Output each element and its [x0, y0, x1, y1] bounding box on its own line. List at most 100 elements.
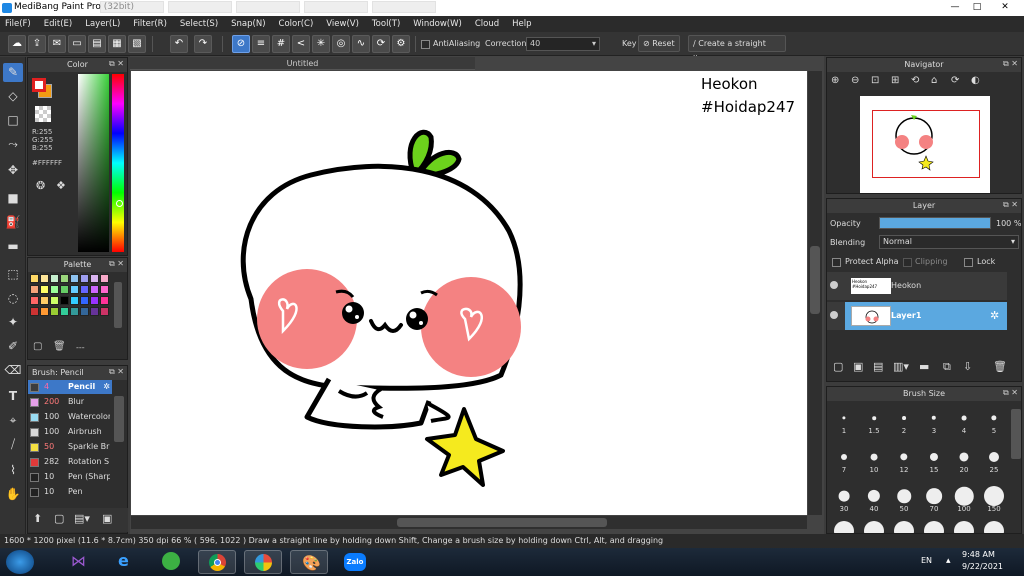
circle-snap-icon[interactable]: ◎ [332, 35, 350, 53]
drawing-canvas[interactable]: Heokon #Hoidap247 [131, 71, 807, 515]
brush-tool-icon[interactable]: ✎ [3, 63, 23, 82]
phone-app-icon[interactable] [152, 550, 190, 574]
brush-size-dot-icon[interactable] [984, 521, 1004, 533]
radial-snap-icon[interactable]: ✳ [312, 35, 330, 53]
grid-icon[interactable]: ▦ [108, 35, 126, 53]
panel-controls-icon[interactable]: ⧉ ✕ [109, 59, 124, 69]
palette-swatch[interactable] [60, 285, 69, 294]
text-tool-icon[interactable]: T [3, 387, 23, 406]
layer-menu-icon[interactable]: ▥▾ [893, 360, 909, 373]
palette-swatch[interactable] [70, 307, 79, 316]
canvas-scrollbar-horizontal[interactable] [131, 516, 807, 529]
clock-time[interactable]: 9:48 AM [962, 550, 995, 559]
menu-view[interactable]: View(V) [326, 19, 359, 29]
palette-swatch[interactable] [40, 296, 49, 305]
cloud-icon[interactable]: ☁ [8, 35, 26, 53]
brush-item[interactable]: 200 Blur [28, 395, 112, 409]
brush-item[interactable]: 10 Pen [28, 485, 112, 499]
palette-swatch[interactable] [60, 307, 69, 316]
straight-line-button[interactable]: ∕ Create a straight line [688, 35, 786, 63]
brush-size-option[interactable]: 150 [979, 483, 1009, 513]
divide-tool-icon[interactable]: ⧸ [3, 435, 23, 454]
tray-chevron-icon[interactable]: ▴ [946, 556, 951, 566]
brush-size-scrollbar[interactable] [1011, 409, 1021, 459]
blending-select[interactable]: Normal ▾ [879, 235, 1019, 249]
brush-size-option[interactable]: 10 [859, 444, 889, 474]
palette-swatch[interactable] [80, 307, 89, 316]
layer-settings-icon[interactable]: ✲ [990, 309, 999, 322]
rotation-icon[interactable]: ⟳ [372, 35, 390, 53]
share-icon[interactable]: ⇪ [28, 35, 46, 53]
palette-swatch[interactable] [90, 274, 99, 283]
document-tab[interactable]: Untitled [130, 57, 475, 70]
new-halftone-layer-icon[interactable]: ▣ [853, 360, 863, 373]
chat-icon[interactable]: ▭ [68, 35, 86, 53]
scrollbar-thumb[interactable] [397, 518, 607, 527]
layer-row-layer1[interactable]: Layer1 ✲ [827, 302, 1007, 330]
palette-swatch[interactable] [40, 307, 49, 316]
brush-item-pencil[interactable]: 4 Pencil ✲ [28, 380, 112, 394]
undo-icon[interactable]: ↶ [170, 35, 188, 53]
palette-swatch[interactable] [50, 307, 59, 316]
duplicate-layer-icon[interactable]: ⧉ [943, 360, 951, 374]
snap-off-icon[interactable]: ⊘ [232, 35, 250, 53]
brush-settings-button-icon[interactable]: ▣ [102, 512, 112, 525]
maximize-button[interactable]: □ [966, 0, 988, 14]
palette-swatch[interactable] [60, 296, 69, 305]
palette-swatch[interactable] [30, 296, 39, 305]
panel-controls-icon[interactable]: ⧉ ✕ [109, 367, 124, 377]
delete-layer-icon[interactable]: 🗑 [993, 360, 1007, 373]
panel-controls-icon[interactable]: ⧉ ✕ [109, 259, 124, 269]
palette-swatch[interactable] [100, 296, 109, 305]
language-indicator[interactable]: EN [921, 556, 932, 565]
brush-size-option[interactable]: 50 [889, 483, 919, 513]
palette-swatch[interactable] [90, 285, 99, 294]
palette-swatch[interactable] [30, 274, 39, 283]
paint-icon[interactable]: 🎨 [290, 550, 328, 574]
clipping-checkbox[interactable] [903, 258, 912, 267]
correction-select[interactable]: 40 ▾ [526, 37, 600, 51]
palette-swatch[interactable] [60, 274, 69, 283]
hue-slider[interactable] [112, 74, 124, 252]
menu-snap[interactable]: Snap(N) [231, 19, 265, 29]
layers-icon[interactable]: ▧ [128, 35, 146, 53]
parallel-snap-icon[interactable]: ≡ [252, 35, 270, 53]
menu-cloud[interactable]: Cloud [475, 19, 499, 29]
palette-swatch[interactable] [80, 285, 89, 294]
chrome-icon[interactable] [198, 550, 236, 574]
brush-size-option[interactable]: 1.5 [859, 405, 889, 435]
brush-size-option[interactable]: 30 [829, 483, 859, 513]
folder-icon[interactable]: ▬ [919, 360, 929, 373]
reset-button[interactable]: ⊘ Reset [638, 35, 680, 52]
brush-size-dot-icon[interactable] [954, 521, 974, 533]
cross-snap-icon[interactable]: # [272, 35, 290, 53]
palette-swatch[interactable] [30, 285, 39, 294]
redo-icon[interactable]: ↷ [194, 35, 212, 53]
palette-swatch[interactable] [50, 274, 59, 283]
palette-swatch[interactable] [100, 285, 109, 294]
eyedropper-tool-icon[interactable]: ⌇ [3, 461, 23, 480]
curve-snap-icon[interactable]: ∿ [352, 35, 370, 53]
brush-size-dot-icon[interactable] [894, 521, 914, 533]
eye-icon[interactable] [830, 281, 838, 289]
menu-color[interactable]: Color(C) [279, 19, 314, 29]
brush-size-option[interactable]: 70 [919, 483, 949, 513]
palette-swatch[interactable] [100, 274, 109, 283]
brush-item[interactable]: 100 Watercolor [28, 410, 112, 424]
move-tool-icon[interactable]: ✥ [3, 161, 23, 180]
brush-size-option[interactable]: 40 [859, 483, 889, 513]
scrollbar-thumb[interactable] [810, 246, 820, 314]
navigator-preview[interactable] [860, 96, 990, 193]
layer-row-heokon[interactable]: Heokon #Hoidap247 Heokon [827, 272, 1007, 300]
brush-size-option[interactable]: 7 [829, 444, 859, 474]
minimize-button[interactable]: — [944, 0, 966, 14]
palette-swatch[interactable] [50, 296, 59, 305]
vanishing-snap-icon[interactable]: < [292, 35, 310, 53]
brush-size-option[interactable]: 20 [949, 444, 979, 474]
lasso-tool-icon[interactable]: ⤳ [3, 135, 23, 154]
new-brush-icon[interactable]: ▢ [54, 512, 64, 525]
snap-settings-icon[interactable]: ⚙ [392, 35, 410, 53]
menu-filter[interactable]: Filter(R) [133, 19, 167, 29]
panel-controls-icon[interactable]: ⧉ ✕ [1003, 59, 1018, 69]
brush-menu-icon[interactable]: ▤▾ [74, 512, 90, 525]
